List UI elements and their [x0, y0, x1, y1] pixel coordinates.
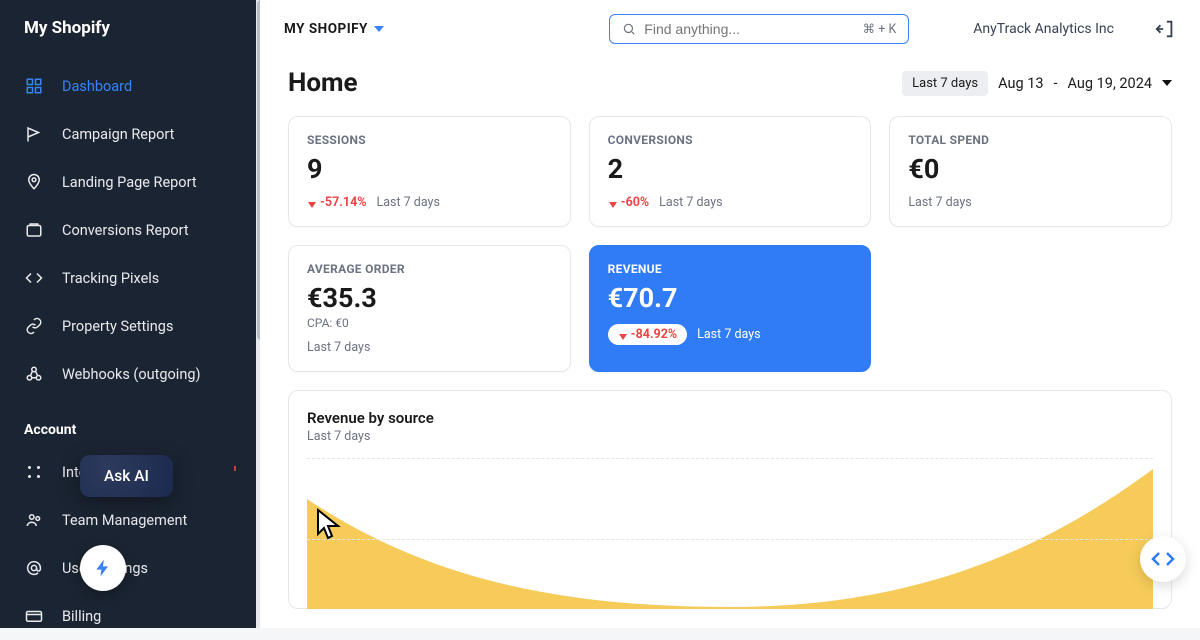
- card-value: 2: [608, 153, 853, 185]
- arrow-down-icon: [618, 330, 628, 340]
- cursor-icon: [316, 508, 344, 540]
- range-end: Aug 19, 2024: [1068, 75, 1152, 92]
- card-period: Last 7 days: [307, 340, 370, 355]
- flag-icon: [24, 124, 44, 144]
- company-name[interactable]: AnyTrack Analytics Inc: [973, 21, 1114, 37]
- search-input-wrap[interactable]: ⌘ + K: [609, 14, 909, 44]
- sidebar-item-label: Team Management: [62, 512, 187, 529]
- breadcrumb-label: MY SHOPIFY: [284, 21, 368, 37]
- sidebar-item-campaign[interactable]: Campaign Report: [0, 110, 260, 158]
- range-sep: -: [1054, 75, 1058, 92]
- card-value: €0: [908, 153, 1153, 185]
- card-value: 9: [307, 153, 552, 185]
- property-selector[interactable]: MY SHOPIFY: [284, 21, 384, 37]
- page-title: Home: [288, 68, 358, 98]
- sidebar-item-conversions[interactable]: Conversions Report: [0, 206, 260, 254]
- caret-down-icon: [1162, 78, 1172, 88]
- account-heading: Account: [0, 398, 260, 448]
- logout-icon[interactable]: [1154, 18, 1176, 40]
- ask-ai-button[interactable]: Ask AI: [80, 455, 173, 497]
- warning-icon[interactable]: [225, 460, 245, 480]
- sidebar-item-label: Tracking Pixels: [62, 270, 159, 287]
- date-range-picker[interactable]: Last 7 days Aug 13 - Aug 19, 2024: [902, 71, 1172, 96]
- sidebar-item-label: Landing Page Report: [62, 174, 197, 191]
- app-title: My Shopify: [0, 18, 260, 62]
- sidebar-item-user[interactable]: User Settings: [0, 544, 260, 592]
- card-delta: -60%: [608, 195, 650, 210]
- card-spend[interactable]: TOTAL SPEND €0 Last 7 days: [889, 116, 1172, 227]
- range-preset: Last 7 days: [902, 71, 988, 96]
- card-value: €70.7: [608, 282, 853, 314]
- card-value: €35.3: [307, 282, 552, 314]
- card-icon: [24, 606, 44, 626]
- code-icon: [24, 268, 44, 288]
- card-label: SESSIONS: [307, 133, 552, 147]
- caret-down-icon: [374, 24, 384, 34]
- topbar: MY SHOPIFY ⌘ + K AnyTrack Analytics Inc: [260, 0, 1200, 58]
- card-delta: -84.92%: [608, 324, 687, 345]
- integrations-icon: [24, 462, 44, 482]
- chart-canvas: [307, 458, 1153, 608]
- card-sessions[interactable]: SESSIONS 9 -57.14% Last 7 days: [288, 116, 571, 227]
- sidebar-item-webhooks[interactable]: Webhooks (outgoing): [0, 350, 260, 398]
- sidebar-item-label: Campaign Report: [62, 126, 174, 143]
- sidebar-item-billing[interactable]: Billing: [0, 592, 260, 640]
- chart-title: Revenue by source: [307, 409, 1153, 427]
- card-period: Last 7 days: [376, 195, 439, 210]
- search-shortcut: ⌘ + K: [863, 21, 897, 37]
- sidebar: My Shopify Dashboard Campaign Report Lan…: [0, 0, 260, 628]
- webhook-icon: [24, 364, 44, 384]
- card-period: Last 7 days: [908, 195, 971, 210]
- main: MY SHOPIFY ⌘ + K AnyTrack Analytics Inc …: [260, 0, 1200, 628]
- card-label: TOTAL SPEND: [908, 133, 1153, 147]
- link-icon: [24, 316, 44, 336]
- sidebar-item-label: Webhooks (outgoing): [62, 366, 201, 383]
- search-icon: [622, 22, 636, 36]
- card-revenue[interactable]: REVENUE €70.7 -84.92% Last 7 days: [589, 245, 872, 372]
- chart-revenue-by-source: Revenue by source Last 7 days: [288, 390, 1172, 609]
- card-sub: CPA: €0: [307, 316, 552, 330]
- card-label: REVENUE: [608, 262, 853, 276]
- bolt-fab[interactable]: [80, 545, 126, 591]
- arrow-down-icon: [307, 198, 317, 208]
- search-input[interactable]: [644, 21, 854, 37]
- sidebar-item-landing[interactable]: Landing Page Report: [0, 158, 260, 206]
- card-label: CONVERSIONS: [608, 133, 853, 147]
- sidebar-item-pixels[interactable]: Tracking Pixels: [0, 254, 260, 302]
- card-conversions[interactable]: CONVERSIONS 2 -60% Last 7 days: [589, 116, 872, 227]
- conversions-icon: [24, 220, 44, 240]
- arrow-down-icon: [608, 198, 618, 208]
- chart-sub: Last 7 days: [307, 429, 1153, 444]
- sidebar-item-label: Dashboard: [62, 78, 132, 95]
- card-period: Last 7 days: [697, 327, 760, 342]
- at-icon: [24, 558, 44, 578]
- sidebar-item-property[interactable]: Property Settings: [0, 302, 260, 350]
- sidebar-item-label: Property Settings: [62, 318, 173, 335]
- card-label: AVERAGE ORDER: [307, 262, 552, 276]
- dashboard-icon: [24, 76, 44, 96]
- card-avg-order[interactable]: AVERAGE ORDER €35.3 CPA: €0 Last 7 days: [288, 245, 571, 372]
- card-period: Last 7 days: [659, 195, 722, 210]
- range-start: Aug 13: [998, 75, 1043, 92]
- sidebar-item-label: Billing: [62, 608, 101, 625]
- help-fab[interactable]: [1140, 536, 1186, 582]
- sidebar-item-label: Conversions Report: [62, 222, 189, 239]
- sidebar-item-team[interactable]: Team Management: [0, 496, 260, 544]
- card-delta: -57.14%: [307, 195, 366, 210]
- sidebar-item-dashboard[interactable]: Dashboard: [0, 62, 260, 110]
- area-chart-svg: [307, 459, 1153, 609]
- pin-icon: [24, 172, 44, 192]
- team-icon: [24, 510, 44, 530]
